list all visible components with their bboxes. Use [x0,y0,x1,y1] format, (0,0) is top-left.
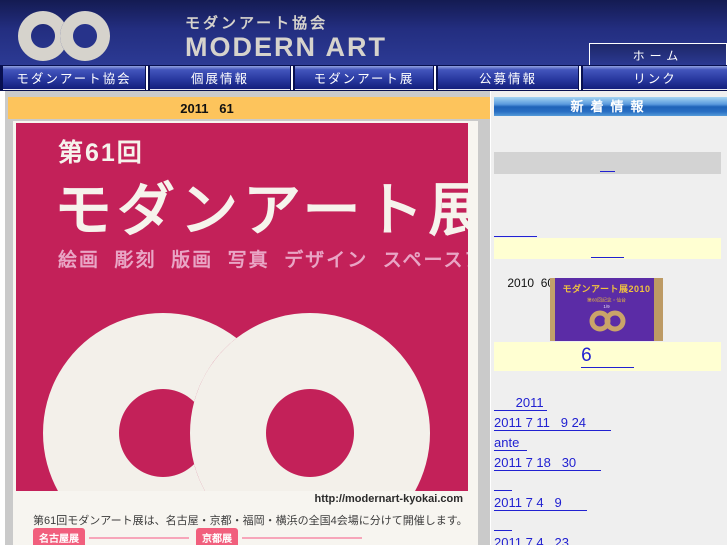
page: モダンアート協会 MODERN ART ホーム モダンアート協会 個展情報 モダ… [0,0,727,545]
nav-item-solo-exhibitions[interactable]: 個展情報 [150,66,290,90]
news-header: 新着情報 [494,97,727,116]
venue-badge-kyoto: 京都展 [196,528,238,545]
nav-separator [579,66,581,90]
sidebar-yellow-bar [494,238,721,259]
news-list: 2011 2011 7 11 9 24 ante 2011 7 18 30 20… [494,394,612,545]
banner-page-number: 1/9 [603,304,610,310]
banner-modern-art-2010[interactable]: モダンアート展2010 第60回記念・仙台 1/9 絵画・彫刻・版画・写真・デザ… [550,278,663,341]
nav-item-modern-art-exhibition[interactable]: モダンアート展 [295,66,433,90]
news-list-item [494,514,611,534]
venue-divider-line [89,537,189,539]
sidebar-link[interactable] [494,221,538,237]
nav-separator [434,66,436,90]
banner-subtitle: 第60回記念・仙台 [587,298,626,304]
modern-art-rings-logo-icon [18,11,111,61]
main-nav: モダンアート協会 個展情報 モダンアート展 公募情報 リンク [0,65,727,91]
sidebar-yellow-bar: 6 [494,342,721,371]
venue-badge-nagoya: 名古屋展 [33,528,85,545]
news-list-item [494,474,611,494]
banner-rings-logo-icon [589,310,625,332]
news-list-item: ante [494,434,611,454]
poster-genres: 絵画 彫刻 版画 写真 デザイン スペースアート [58,250,468,271]
year-title-bar: 2011 61 [8,97,490,119]
venue-row: 名古屋展 京都展 [33,528,369,545]
brand: モダンアート協会 MODERN ART [185,12,387,61]
poster-description: 第61回モダンアート展は、名古屋・京都・福岡・横浜の全国4会場に分けて開催します… [33,515,468,527]
exhibition-poster: 第61回 モダンアート展 絵画 彫刻 版画 写真 デザイン スペースアート ht… [13,121,478,545]
news-link[interactable] [494,515,513,531]
poster-title: モダンアート展 [54,178,468,243]
nav-item-links[interactable]: リンク [583,66,727,90]
news-link[interactable] [494,475,513,491]
home-button[interactable]: ホーム [589,43,727,67]
venue-divider-line [242,537,362,539]
nav-separator [146,66,148,90]
banner-title: モダンアート展2010 [562,284,651,294]
news-link[interactable]: 2011 7 4 9 [494,495,587,511]
news-link[interactable]: 2011 7 11 9 24 [494,415,612,431]
news-link[interactable]: 2011 [494,395,548,411]
nav-item-association[interactable]: モダンアート協会 [3,66,145,90]
nav-item-open-call[interactable]: 公募情報 [438,66,578,90]
brand-title-en: MODERN ART [185,32,387,62]
poster-rings-logo-icon [43,313,430,491]
news-list-item: 2011 [494,394,611,414]
sidebar-link[interactable] [600,156,615,172]
news-link[interactable]: 2011 7 18 30 [494,455,602,471]
news-list-item: 2011 7 4 9 [494,494,611,514]
poster-artwork: 第61回 モダンアート展 絵画 彫刻 版画 写真 デザイン スペースアート [16,123,468,491]
sidebar-link[interactable] [591,242,624,258]
poster-website-url: http://modernart-kyokai.com [314,493,463,505]
news-link[interactable]: ante [494,435,527,451]
news-list-item: 2011 7 11 9 24 [494,414,612,434]
label-2010-60: 2010 60 [507,276,555,290]
sidebar-gray-bar [494,152,721,174]
sidebar-link-6[interactable]: 6 [581,345,634,368]
news-list-item: 2011 7 18 30 [494,454,611,474]
nav-separator [291,66,293,90]
news-list-item: 2011 7 4 23 [494,534,611,545]
site-header: モダンアート協会 MODERN ART ホーム [0,0,727,67]
brand-title-jp: モダンアート協会 [185,15,329,32]
news-link[interactable]: 2011 7 4 23 [494,535,569,545]
